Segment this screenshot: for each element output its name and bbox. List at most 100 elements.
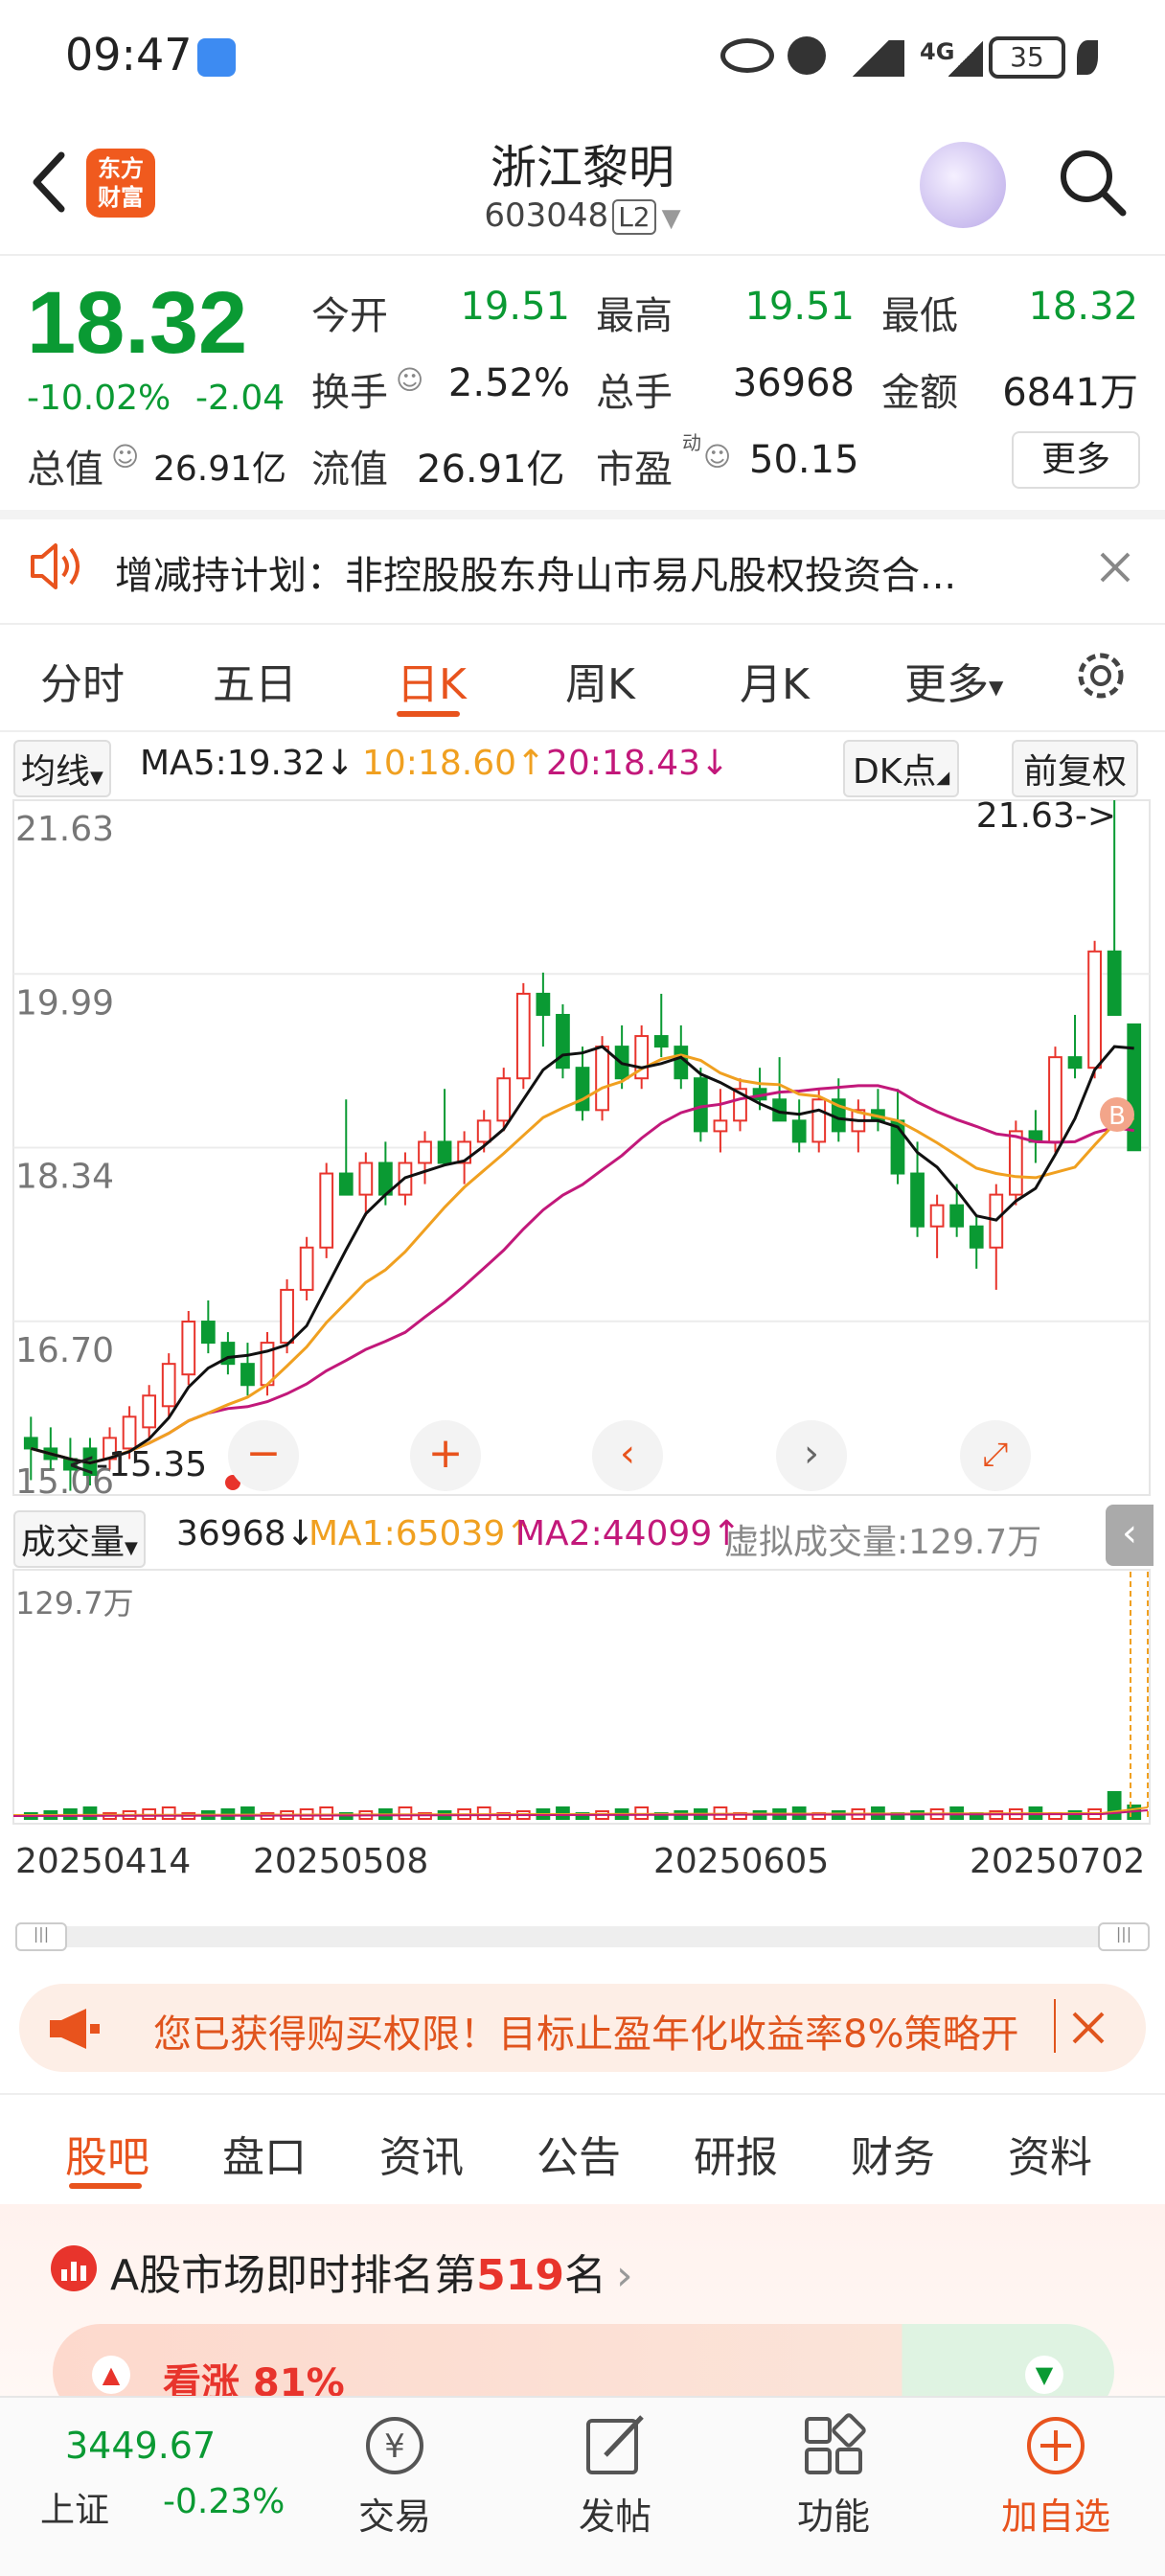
- more-button[interactable]: 更多: [1012, 431, 1140, 489]
- volume-bar: [1107, 1791, 1122, 1820]
- app-logo[interactable]: 东方 财富: [86, 149, 155, 218]
- stock-code: 603048: [484, 196, 609, 235]
- kline-chart[interactable]: 21.6319.9918.3416.7015.0621.63-><-15.35B: [0, 791, 1165, 1509]
- candle-body: [1087, 950, 1102, 1070]
- tab-finance[interactable]: 财务: [851, 2123, 935, 2184]
- tab-profile[interactable]: 资料: [1008, 2123, 1092, 2184]
- candle-body: [575, 1067, 590, 1112]
- post-edit-icon[interactable]: [548, 2407, 682, 2484]
- tab-daily-k[interactable]: 日K: [397, 650, 467, 711]
- scroll-handle-right[interactable]: |||: [1098, 1922, 1150, 1951]
- volume-selector[interactable]: 成交量▼: [13, 1510, 146, 1568]
- adjust-button[interactable]: 前复权: [1012, 740, 1139, 797]
- scroll-handle-left[interactable]: |||: [15, 1922, 67, 1951]
- price-axis-label: 16.70: [15, 1331, 114, 1370]
- float-label: 流值: [311, 448, 388, 492]
- notice-text[interactable]: 增减持计划：非控股股东舟山市易凡股权投资合...: [115, 544, 956, 600]
- candle-body: [1067, 1056, 1083, 1070]
- zoom-in-button[interactable]: +: [410, 1420, 481, 1491]
- signal-icon-2: [948, 40, 983, 77]
- chevron-right-icon: ›: [615, 2251, 633, 2300]
- candle-body: [476, 1119, 491, 1143]
- candle-body: [949, 1204, 965, 1228]
- candle-body: [161, 1363, 176, 1408]
- megaphone-icon: [50, 2009, 100, 2049]
- settings-gear-icon[interactable]: [1073, 648, 1129, 703]
- nav-post[interactable]: 发帖: [548, 2487, 682, 2540]
- candle-body: [1127, 1023, 1142, 1152]
- close-icon[interactable]: [1071, 2011, 1106, 2045]
- signal-icon: [837, 40, 904, 77]
- candle-body: [811, 1098, 827, 1143]
- ma-selector[interactable]: 均线▼: [13, 740, 111, 797]
- back-arrow-icon[interactable]: [23, 144, 80, 220]
- tab-news[interactable]: 资讯: [379, 2123, 464, 2184]
- caret-down-icon: ▼: [90, 768, 103, 788]
- collapse-panel-icon[interactable]: ‹: [1106, 1505, 1154, 1566]
- bull-up-icon[interactable]: ▲: [92, 2356, 130, 2394]
- caret-down-icon: ▼: [989, 676, 1004, 699]
- ma20-value: 20:18.43↓: [546, 744, 730, 783]
- chart-scrollbar[interactable]: [15, 1926, 1150, 1947]
- index-value[interactable]: 3449.67: [65, 2425, 216, 2467]
- nav-functions[interactable]: 功能: [766, 2487, 901, 2540]
- section-gap: [0, 510, 1165, 519]
- nav-trade[interactable]: 交易: [328, 2487, 462, 2540]
- ranking-text[interactable]: A股市场即时排名第519名 ›: [110, 2241, 633, 2302]
- add-watchlist-plus-icon[interactable]: [989, 2407, 1123, 2484]
- volume-bar: [82, 1806, 98, 1820]
- open-label: 今开: [311, 294, 388, 338]
- close-icon[interactable]: [1098, 550, 1132, 585]
- index-name[interactable]: 上证: [40, 2482, 109, 2532]
- tab-announcements[interactable]: 公告: [537, 2123, 621, 2184]
- chevron-down-icon: ▼: [661, 204, 681, 233]
- volume-current: 36968↓: [176, 1514, 315, 1553]
- tab-order-book[interactable]: 盘口: [222, 2123, 307, 2184]
- stock-code-row[interactable]: 603048 L2 ▼: [431, 196, 734, 235]
- search-icon[interactable]: [1054, 144, 1131, 220]
- nav-add-watchlist[interactable]: 加自选: [989, 2487, 1123, 2540]
- tab-weekly-k[interactable]: 周K: [565, 650, 635, 711]
- dk-point-button[interactable]: DK点◢: [843, 740, 960, 797]
- zoom-out-button[interactable]: −: [228, 1420, 299, 1491]
- ma20-line: [30, 1084, 1134, 1465]
- tab-monthly-k[interactable]: 月K: [740, 650, 810, 711]
- functions-grid-icon[interactable]: [766, 2407, 901, 2484]
- divider: [0, 623, 1165, 625]
- fullscreen-icon[interactable]: ⤢: [960, 1420, 1031, 1491]
- volume-frame: [12, 1569, 1151, 1825]
- candle-body: [1048, 1056, 1062, 1143]
- wifi-icon: [197, 38, 236, 77]
- volume-ma2: MA2:44099↑: [515, 1514, 742, 1553]
- info-icon[interactable]: ☺: [703, 441, 731, 472]
- info-icon[interactable]: ☺: [111, 441, 139, 472]
- candle-body: [910, 1172, 925, 1228]
- candle-body: [299, 1246, 314, 1291]
- scroll-left-button[interactable]: ‹: [592, 1420, 663, 1491]
- index-change[interactable]: -0.23%: [163, 2482, 285, 2521]
- candle-body: [181, 1321, 196, 1376]
- tab-five-day[interactable]: 五日: [213, 650, 297, 711]
- bear-down-icon[interactable]: ▼: [1025, 2356, 1063, 2394]
- scroll-right-button[interactable]: ›: [776, 1420, 847, 1491]
- price-axis-label: 19.99: [15, 983, 114, 1023]
- ranking-prefix: A股市场即时排名第: [110, 2251, 477, 2300]
- tab-research[interactable]: 研报: [694, 2123, 778, 2184]
- divider: [0, 2093, 1165, 2095]
- pe-value: 50.15: [749, 438, 859, 482]
- logo-line-1: 东方: [98, 155, 144, 182]
- tab-more[interactable]: 更多▼: [904, 650, 1003, 711]
- candle-body: [969, 1225, 984, 1249]
- tab-intraday[interactable]: 分时: [40, 650, 125, 711]
- assistant-robot-icon[interactable]: [920, 142, 1006, 228]
- candle-body: [319, 1172, 334, 1249]
- info-icon[interactable]: ☺: [396, 364, 423, 396]
- tab-guba[interactable]: 股吧: [65, 2123, 149, 2184]
- battery-icon: 35: [989, 36, 1065, 79]
- high-value: 19.51: [744, 285, 855, 329]
- volume-bar: [398, 1806, 413, 1820]
- promo-text[interactable]: 您已获得购买权限！目标止盈年化收益率8%策略开: [153, 2003, 1054, 2058]
- candle-body: [713, 1119, 728, 1133]
- candle-body: [791, 1119, 807, 1143]
- trade-yen-icon[interactable]: ¥: [328, 2407, 462, 2484]
